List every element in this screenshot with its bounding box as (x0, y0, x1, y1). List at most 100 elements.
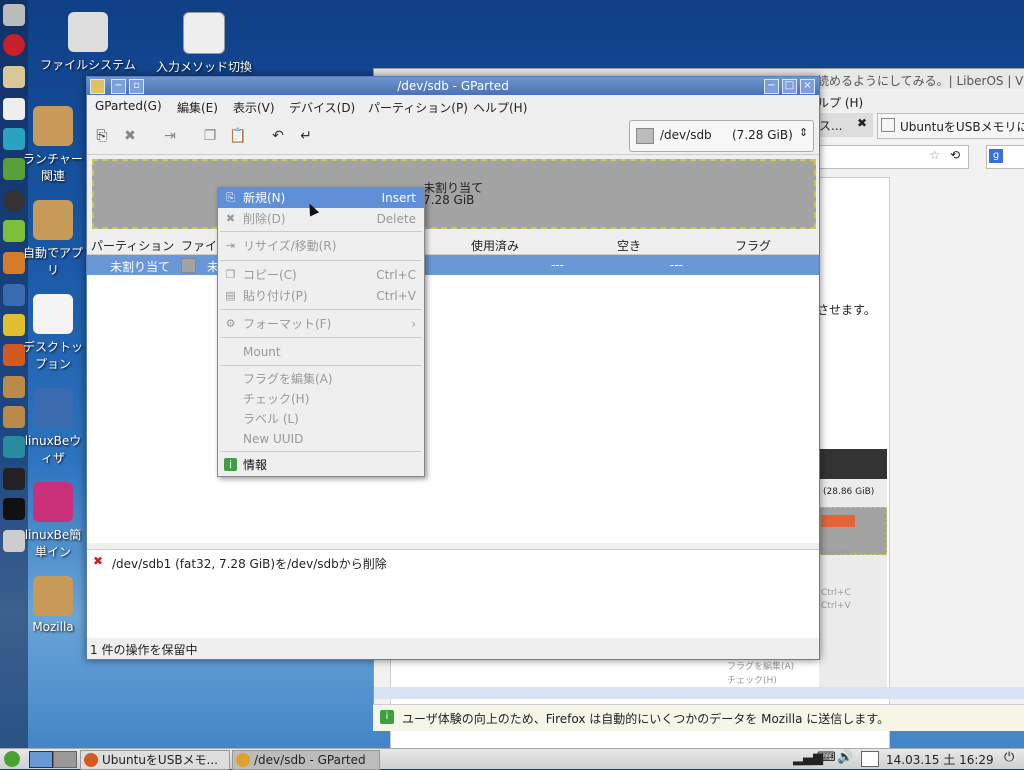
workspace-1[interactable] (29, 751, 53, 768)
menu-separator (220, 260, 422, 261)
menu-item-label: Mount (243, 345, 281, 359)
horizontal-scrollbar[interactable] (374, 687, 1024, 699)
bookmark-star-icon[interactable]: ☆ (929, 148, 940, 162)
firefox-icon (84, 753, 98, 767)
sticky-icon[interactable]: ▫ (129, 79, 144, 94)
reload-icon[interactable]: ⟲ (950, 148, 960, 162)
desktop-icon-launcher[interactable]: ランチャー関連 (20, 106, 86, 184)
menu-device[interactable]: デバイス(D) (289, 99, 355, 116)
close-icon[interactable]: ✖ (857, 116, 867, 130)
menu-item-accel: Ctrl+V (376, 289, 416, 303)
menu-item-label-text: ラベル (L) (243, 412, 299, 426)
clock[interactable]: 14.03.15 土 16:29 (886, 751, 994, 768)
firefox-tab-prev[interactable]: ス... ✖ (817, 113, 873, 137)
menu-item-label: チェック(H) (243, 392, 310, 406)
shade-icon[interactable]: − (111, 79, 126, 94)
task-gparted[interactable]: /dev/sdb - GParted (232, 750, 380, 770)
opera-icon[interactable] (3, 34, 25, 56)
menu-help[interactable]: ヘルプ(H) (473, 99, 527, 116)
column-partition[interactable]: パーティション (91, 237, 174, 254)
fs-color-swatch (181, 258, 196, 273)
copy-icon[interactable]: ❐ (201, 128, 219, 144)
menu-item-check[interactable]: チェック(H) (218, 389, 424, 409)
paste-icon[interactable]: 📋 (229, 128, 247, 144)
menu-edit[interactable]: 編集(E) (177, 99, 218, 116)
minimize-icon[interactable]: − (764, 79, 779, 94)
inner-menu-item: Ctrl+C (821, 588, 851, 598)
desktop-icon-filesystem[interactable]: ファイルシステム (33, 12, 143, 73)
menu-partition[interactable]: パーティション(P) (368, 99, 468, 116)
inner-screenshot: (28.86 GiB) Delete Ctrl+C Ctrl+V フラグを編集(… (727, 449, 887, 687)
calendar-icon[interactable] (861, 751, 879, 767)
desktop-icon-linuxbe-install[interactable]: linuxBe簡単イン (20, 482, 86, 560)
desktop-icon-auto-app[interactable]: 自動でアプリ (20, 200, 86, 278)
menu-item-copy[interactable]: ❐ コピー(C) Ctrl+C (218, 265, 424, 285)
files-icon[interactable] (3, 4, 25, 26)
keyboard-icon[interactable]: ⌨ (817, 750, 836, 765)
menu-item-format[interactable]: ⚙ フォーマット(F) › (218, 314, 424, 334)
desktop-icon-linuxbe-wizard[interactable]: linuxBeウィザ (20, 388, 86, 466)
workspace-2[interactable] (53, 751, 77, 768)
task-firefox[interactable]: UbuntuをUSBメモ... (80, 750, 230, 770)
undo-icon[interactable]: ↶ (269, 128, 287, 144)
inner-titlebar (819, 449, 887, 479)
firefox-menu-help[interactable]: ルプ (H) (817, 94, 863, 111)
firefox-body-text: させます。 (817, 303, 876, 317)
maximize-icon[interactable]: □ (782, 79, 797, 94)
new-partition-icon[interactable]: ⎘ (93, 128, 111, 144)
menu-item-info[interactable]: i 情報 (218, 455, 424, 475)
column-used[interactable]: 使用済み (471, 237, 519, 254)
row-free: --- (670, 258, 683, 272)
desktop-icon-label: Mozilla (32, 620, 74, 634)
firefox-title: 読めるようにしてみる。| LiberOS | Viv (817, 74, 1024, 88)
device-selector[interactable]: /dev/sdb (7.28 GiB) ⇕ (629, 120, 814, 152)
search-engine-button[interactable]: g (986, 145, 1024, 169)
inner-menu-item: チェック(H) (727, 676, 777, 686)
inner-menu-item: Ctrl+V (821, 601, 851, 611)
menu-item-new[interactable]: ⎘ 新規(N) Insert (218, 188, 424, 208)
info-icon: i (380, 710, 394, 724)
desktop-icon-desktop[interactable]: デスクトップョン (20, 294, 86, 372)
operation-text: /dev/sdb1 (fat32, 7.28 GiB)を/dev/sdbから削除 (112, 557, 387, 571)
menu-item-label[interactable]: ラベル (L) (218, 409, 424, 429)
start-menu-icon[interactable] (4, 751, 20, 767)
column-free[interactable]: 空き (617, 237, 641, 254)
menu-gparted[interactable]: GParted(G) (95, 99, 162, 113)
menu-item-delete[interactable]: ✖ 削除(D) Delete (218, 209, 424, 229)
power-icon[interactable]: ⏻ (1004, 750, 1014, 765)
table-row[interactable]: 未割り当て 未 --- --- (87, 255, 819, 275)
apply-icon[interactable]: ↵ (297, 128, 315, 144)
gparted-icon (236, 753, 250, 767)
resize-icon[interactable]: ⇥ (161, 128, 179, 144)
delete-icon[interactable]: ✖ (121, 128, 139, 144)
delete-op-icon: ✖ (93, 554, 104, 568)
partition-graph[interactable]: 未割り当て 7.28 GiB (92, 159, 816, 229)
info-icon: i (224, 458, 237, 471)
menu-view[interactable]: 表示(V) (233, 99, 275, 116)
menu-item-label: 削除(D) (243, 212, 286, 226)
firefox-tab-active[interactable]: UbuntuをUSBメモリに (877, 113, 1024, 139)
column-flags[interactable]: フラグ (735, 237, 771, 254)
menu-item-paste[interactable]: ▤ 貼り付け(P) Ctrl+V (218, 286, 424, 306)
desktop-icon-input-method[interactable]: 入力メソッド切換 (149, 12, 259, 75)
notification-text: ユーザ体験の向上のため、Firefox は自動的にいくつかのデータを Mozil… (402, 712, 890, 726)
tab-active-label: UbuntuをUSBメモリに (900, 120, 1024, 134)
desktop-icon-label: ファイルシステム (40, 58, 136, 72)
menu-item-new-uuid[interactable]: New UUID (218, 429, 424, 449)
volume-icon[interactable]: 🔊 (837, 750, 853, 765)
menu-item-label: 情報 (243, 458, 268, 472)
row-partition: 未割り当て (110, 260, 171, 274)
inner-menu-highlight (821, 515, 855, 527)
copy-icon: ❐ (225, 268, 236, 281)
app-menu-icon[interactable] (90, 79, 105, 94)
menu-item-mount[interactable]: Mount (218, 342, 424, 362)
status-text: 1 件の操作を保留中 (90, 643, 198, 657)
menu-item-resize[interactable]: ⇥ リサイズ/移動(R) (218, 236, 424, 256)
firefox-url-end[interactable]: ☆ ⟲ (817, 145, 969, 169)
menu-item-flags[interactable]: フラグを編集(A) (218, 369, 424, 389)
close-icon[interactable]: × (800, 79, 815, 94)
desktop-icon-mozilla[interactable]: Mozilla (20, 576, 86, 634)
pending-operations: ✖ /dev/sdb1 (fat32, 7.28 GiB)を/dev/sdbから… (87, 549, 819, 638)
partition-context-menu: ⎘ 新規(N) Insert ✖ 削除(D) Delete ⇥ リサイズ/移動(… (217, 187, 425, 477)
notes-icon[interactable] (3, 66, 25, 88)
